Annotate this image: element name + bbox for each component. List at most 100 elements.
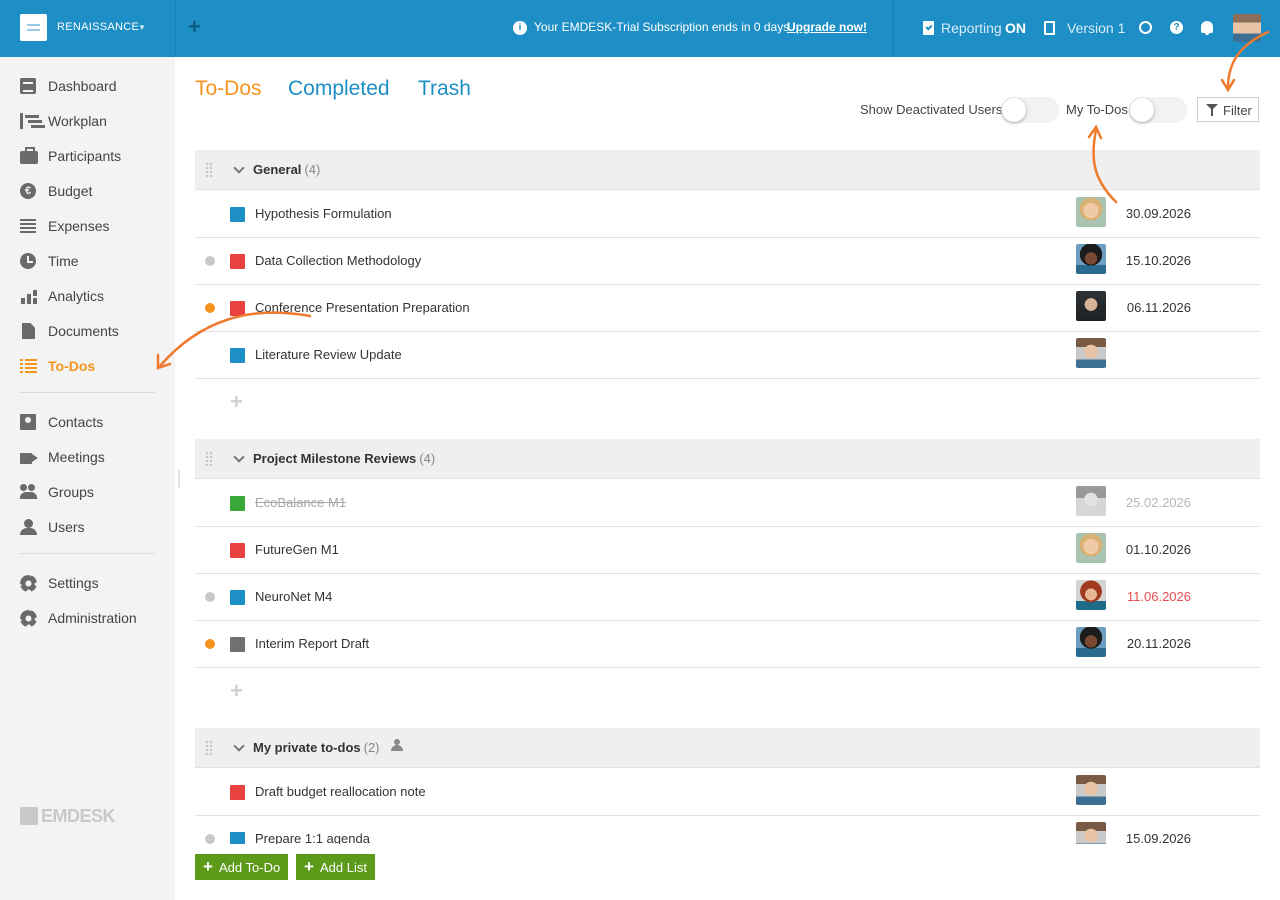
assignee-avatar[interactable] [1076, 338, 1106, 368]
todo-title[interactable]: Interim Report Draft [255, 636, 369, 651]
sidebar-item-settings[interactable]: Settings [0, 568, 175, 598]
assignee-avatar[interactable] [1076, 775, 1106, 805]
add-todo-plus-icon[interactable]: + [230, 680, 245, 702]
help-icon[interactable]: ? [1170, 21, 1183, 34]
todo-title[interactable]: NeuroNet M4 [255, 589, 332, 604]
arrow-to-my-todos-head [1087, 124, 1103, 140]
user-avatar[interactable] [1233, 14, 1261, 42]
sidebar-item-expenses[interactable]: Expenses [0, 211, 175, 241]
drag-handle-icon[interactable] [205, 162, 213, 177]
todo-row[interactable]: EcoBalance M1 25.02.2026 [195, 480, 1260, 527]
assignee-avatar[interactable] [1076, 533, 1106, 563]
caret-down-icon[interactable]: ▼ [138, 23, 146, 32]
chevron-down-icon[interactable] [233, 451, 245, 463]
tab-todos[interactable]: To-Dos [195, 77, 262, 101]
info-icon: i [513, 21, 527, 35]
assignee-avatar[interactable] [1076, 197, 1106, 227]
sidebar-item-participants[interactable]: Participants [0, 141, 175, 171]
show-deactivated-label: Show Deactivated Users [860, 102, 1003, 117]
history-icon[interactable] [1139, 21, 1152, 34]
chevron-down-icon[interactable] [233, 162, 245, 174]
version-icon[interactable] [1044, 21, 1055, 35]
project-selector[interactable]: RENAISSANCE [57, 21, 139, 33]
assignee-avatar[interactable] [1076, 580, 1106, 610]
show-deactivated-toggle[interactable] [1001, 97, 1059, 123]
notification-bell-icon[interactable] [1201, 21, 1213, 35]
sidebar-item-time[interactable]: Time [0, 246, 175, 276]
todo-title[interactable]: Literature Review Update [255, 347, 402, 362]
tab-completed[interactable]: Completed [288, 77, 390, 101]
sidebar-item-contacts[interactable]: Contacts [0, 407, 175, 437]
video-camera-icon [20, 452, 32, 464]
top-bar: RENAISSANCE ▼ + i Your EMDESK-Trial Subs… [0, 0, 1280, 57]
todo-row[interactable]: Data Collection Methodology 15.10.2026 [195, 238, 1260, 285]
reporting-icon[interactable] [923, 21, 934, 35]
todo-row[interactable]: Conference Presentation Preparation 06.1… [195, 285, 1260, 332]
filter-label: Filter [1223, 103, 1252, 118]
sidebar-item-workplan[interactable]: Workplan [0, 106, 175, 136]
todo-row[interactable]: FutureGen M1 01.10.2026 [195, 527, 1260, 574]
todo-row[interactable]: Hypothesis Formulation 30.09.2026 [195, 191, 1260, 238]
sidebar-item-documents[interactable]: Documents [0, 316, 175, 346]
todo-row[interactable]: NeuroNet M4 11.06.2026 [195, 574, 1260, 621]
trial-message: Your EMDESK-Trial Subscription ends in 0… [534, 20, 793, 34]
sidebar-item-groups[interactable]: Groups [0, 477, 175, 507]
todo-title[interactable]: EcoBalance M1 [255, 495, 346, 510]
sidebar-item-analytics[interactable]: Analytics [0, 281, 175, 311]
status-dot [205, 592, 215, 602]
add-todo-button[interactable]: + Add To-Do [195, 854, 289, 880]
todo-title[interactable]: Conference Presentation Preparation [255, 300, 470, 315]
sidebar-item-dashboard[interactable]: Dashboard [0, 71, 175, 101]
todo-title[interactable]: Hypothesis Formulation [255, 206, 392, 221]
due-date: 15.10.2026 [1125, 253, 1191, 268]
sidebar-item-label: Users [48, 519, 85, 535]
sidebar-item-todos[interactable]: To-Dos [0, 351, 175, 381]
list-title: General (4) [253, 162, 321, 177]
list-header[interactable]: Project Milestone Reviews (4) [195, 439, 1260, 479]
drag-handle-icon[interactable] [205, 740, 213, 755]
add-button[interactable]: + [188, 16, 201, 38]
sidebar-item-budget[interactable]: € Budget [0, 176, 175, 206]
project-logo-icon[interactable] [20, 14, 47, 41]
drag-handle-icon[interactable] [205, 451, 213, 466]
status-dot [205, 639, 215, 649]
todo-title[interactable]: Data Collection Methodology [255, 253, 421, 268]
todo-row[interactable]: Interim Report Draft 20.11.2026 [195, 621, 1260, 668]
assignee-avatar[interactable] [1076, 486, 1106, 516]
reporting-label[interactable]: Reporting [941, 20, 1002, 36]
sidebar-item-meetings[interactable]: Meetings [0, 442, 175, 472]
assignee-avatar[interactable] [1076, 244, 1106, 274]
todo-row[interactable]: Draft budget reallocation note [195, 769, 1260, 816]
list-header[interactable]: General (4) [195, 150, 1260, 190]
sidebar-item-label: Dashboard [48, 78, 117, 94]
assignee-avatar[interactable] [1076, 291, 1106, 321]
reporting-state[interactable]: ON [1005, 20, 1026, 36]
sidebar-item-label: Groups [48, 484, 94, 500]
assignee-avatar[interactable] [1076, 822, 1106, 844]
todo-title[interactable]: Draft budget reallocation note [255, 784, 426, 799]
sidebar-item-administration[interactable]: Administration [0, 603, 175, 633]
chevron-down-icon[interactable] [233, 740, 245, 752]
todo-title[interactable]: FutureGen M1 [255, 542, 339, 557]
add-todo-plus-icon[interactable]: + [230, 391, 245, 413]
upgrade-link[interactable]: Upgrade now! [787, 20, 867, 34]
list-header[interactable]: My private to-dos (2) [195, 728, 1260, 768]
version-selector[interactable]: Version 1 [1067, 20, 1125, 36]
todo-row[interactable]: Prepare 1:1 agenda 15.09.2026 [195, 816, 1260, 844]
assignee-avatar[interactable] [1076, 627, 1106, 657]
sidebar-divider [20, 392, 155, 393]
sidebar-item-users[interactable]: Users [0, 512, 175, 542]
briefcase-icon [20, 147, 38, 164]
sidebar-item-label: Contacts [48, 414, 104, 430]
plus-icon: + [304, 857, 314, 876]
bar-chart-icon [20, 288, 38, 304]
divider [175, 0, 176, 57]
todo-title[interactable]: Prepare 1:1 agenda [255, 831, 370, 844]
sidebar-resize-handle[interactable] [178, 470, 180, 488]
filter-button[interactable]: Filter [1197, 97, 1259, 122]
add-list-button[interactable]: + Add List [296, 854, 375, 880]
tab-trash[interactable]: Trash [418, 77, 471, 101]
todo-row[interactable]: Literature Review Update [195, 332, 1260, 379]
dashboard-icon [20, 78, 36, 94]
my-todos-toggle[interactable] [1129, 97, 1187, 123]
